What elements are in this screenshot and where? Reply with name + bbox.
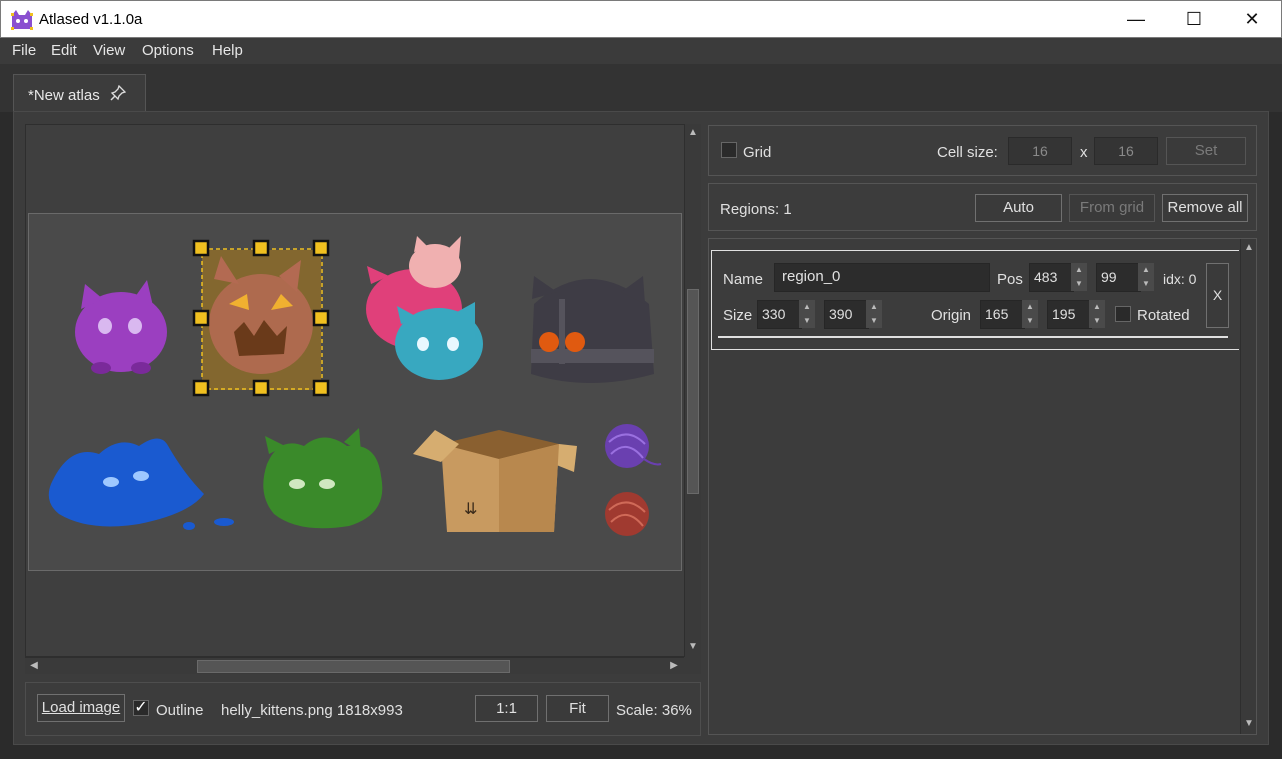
svg-text:⇊: ⇊ [464, 499, 477, 518]
sprite-cardboard-box: ⇊ [413, 430, 577, 532]
idx-label: idx: 0 [1163, 271, 1197, 287]
sprite-yarn-ball-purple [605, 424, 662, 468]
title-bar: Atlased v1.1.0a — ☐ ✕ [0, 0, 1282, 38]
cell-size-separator: x [1080, 144, 1088, 161]
tab-label: *New atlas [28, 87, 100, 104]
sprite-yarn-ball-red [605, 492, 649, 536]
scroll-up-arrow-icon[interactable]: ▲ [1242, 241, 1256, 255]
rotated-label: Rotated [1137, 307, 1190, 324]
stepper-down-icon[interactable]: ▼ [1071, 277, 1087, 291]
maximize-button[interactable]: ☐ [1165, 1, 1223, 38]
scroll-down-arrow-icon[interactable]: ▼ [1242, 717, 1256, 731]
grid-panel: Grid Cell size: 16 x 16 Set [708, 125, 1257, 176]
stepper-up-icon[interactable]: ▲ [799, 300, 815, 314]
pos-x-stepper[interactable]: ▲ ▼ [1071, 263, 1087, 291]
origin-y-stepper[interactable]: ▲ ▼ [1089, 300, 1105, 328]
scroll-left-arrow-icon[interactable]: ◀ [27, 659, 41, 673]
stepper-down-icon[interactable]: ▼ [1138, 277, 1154, 291]
file-info: helly_kittens.png 1818x993 [221, 702, 403, 719]
minimize-button[interactable]: — [1107, 1, 1165, 38]
stepper-down-icon[interactable]: ▼ [866, 314, 882, 328]
close-button[interactable]: ✕ [1223, 1, 1281, 38]
sprite-pink-cat-pile [366, 236, 483, 380]
grid-checkbox[interactable] [721, 142, 737, 158]
auto-button[interactable]: Auto [975, 194, 1062, 222]
size-w-field[interactable]: 330 [757, 300, 802, 329]
fit-button[interactable]: Fit [546, 695, 609, 722]
sprite-green-slime [263, 428, 383, 529]
tab-new-atlas[interactable]: *New atlas [13, 74, 146, 112]
size-h-field[interactable]: 390 [824, 300, 869, 329]
sprite-purple-cat-slime [75, 280, 167, 374]
outline-checkbox[interactable]: ✓ [133, 700, 149, 716]
menu-view[interactable]: View [93, 42, 125, 59]
menu-bar: File Edit View Options Help [0, 38, 1282, 64]
menu-file[interactable]: File [12, 42, 36, 59]
cell-width-field[interactable]: 16 [1008, 137, 1072, 165]
menu-edit[interactable]: Edit [51, 42, 77, 59]
scroll-right-arrow-icon[interactable]: ▶ [667, 659, 681, 673]
pos-label: Pos [997, 271, 1023, 288]
horizontal-scroll-thumb[interactable] [197, 660, 510, 673]
cell-size-label: Cell size: [937, 144, 998, 161]
atlas-image[interactable]: ⇊ [28, 213, 682, 571]
origin-x-stepper[interactable]: ▲ ▼ [1022, 300, 1038, 328]
zoom-1-1-button[interactable]: 1:1 [475, 695, 538, 722]
name-label: Name [723, 271, 764, 288]
app-icon [11, 10, 33, 30]
canvas-vertical-scrollbar[interactable]: ▲ ▼ [684, 124, 701, 657]
sprite-dark-cat-helmet [531, 276, 654, 383]
region-card: Name region_0 Pos 483 ▲ ▼ 99 ▲ ▼ idx: 0 X … [711, 250, 1239, 350]
stepper-up-icon[interactable]: ▲ [1089, 300, 1105, 314]
tab-strip [0, 64, 1282, 112]
scroll-down-arrow-icon[interactable]: ▼ [686, 640, 700, 654]
stepper-up-icon[interactable]: ▲ [866, 300, 882, 314]
load-image-button[interactable]: Load image [37, 694, 125, 722]
canvas-toolbar: Load image ✓ Outline helly_kittens.png 1… [25, 682, 701, 736]
origin-x-field[interactable]: 165 [980, 300, 1025, 329]
scroll-corner [684, 657, 701, 674]
set-grid-button[interactable]: Set [1166, 137, 1246, 165]
regions-panel: Regions: 1 Auto From grid Remove all [708, 183, 1257, 231]
origin-y-field[interactable]: 195 [1047, 300, 1092, 329]
cell-height-field[interactable]: 16 [1094, 137, 1158, 165]
size-h-stepper[interactable]: ▲ ▼ [866, 300, 882, 328]
menu-help[interactable]: Help [212, 42, 243, 59]
pos-y-field[interactable]: 99 [1096, 263, 1141, 292]
stepper-up-icon[interactable]: ▲ [1071, 263, 1087, 277]
sprite-pumpkin-slime [202, 250, 321, 390]
pos-y-stepper[interactable]: ▲ ▼ [1138, 263, 1154, 291]
window-title: Atlased v1.1.0a [39, 11, 143, 28]
scale-label: Scale: 36% [616, 702, 692, 719]
vertical-scroll-thumb[interactable] [687, 289, 699, 494]
stepper-down-icon[interactable]: ▼ [799, 314, 815, 328]
size-w-stepper[interactable]: ▲ ▼ [799, 300, 815, 328]
rotated-checkbox[interactable] [1115, 306, 1131, 322]
pin-icon[interactable] [110, 84, 127, 101]
scroll-up-arrow-icon[interactable]: ▲ [686, 126, 700, 140]
region-divider [718, 336, 1228, 338]
outline-label: Outline [156, 702, 204, 719]
sprite-blue-slime [48, 438, 234, 530]
regions-count: Regions: 1 [720, 201, 792, 218]
stepper-down-icon[interactable]: ▼ [1022, 314, 1038, 328]
stepper-down-icon[interactable]: ▼ [1089, 314, 1105, 328]
load-image-label: Load image [41, 699, 121, 716]
menu-options[interactable]: Options [142, 42, 194, 59]
grid-label: Grid [743, 144, 772, 161]
region-name-input[interactable]: region_0 [774, 263, 990, 292]
size-label: Size [723, 307, 753, 324]
from-grid-button[interactable]: From grid [1069, 194, 1155, 222]
pos-x-field[interactable]: 483 [1029, 263, 1074, 292]
region-list-scrollbar[interactable]: ▲ ▼ [1240, 239, 1256, 734]
origin-label: Origin [931, 307, 972, 324]
delete-region-button[interactable]: X [1206, 263, 1229, 328]
stepper-up-icon[interactable]: ▲ [1138, 263, 1154, 277]
remove-all-button[interactable]: Remove all [1162, 194, 1248, 222]
canvas-horizontal-scrollbar[interactable]: ◀ ▶ [25, 657, 685, 674]
stepper-up-icon[interactable]: ▲ [1022, 300, 1038, 314]
